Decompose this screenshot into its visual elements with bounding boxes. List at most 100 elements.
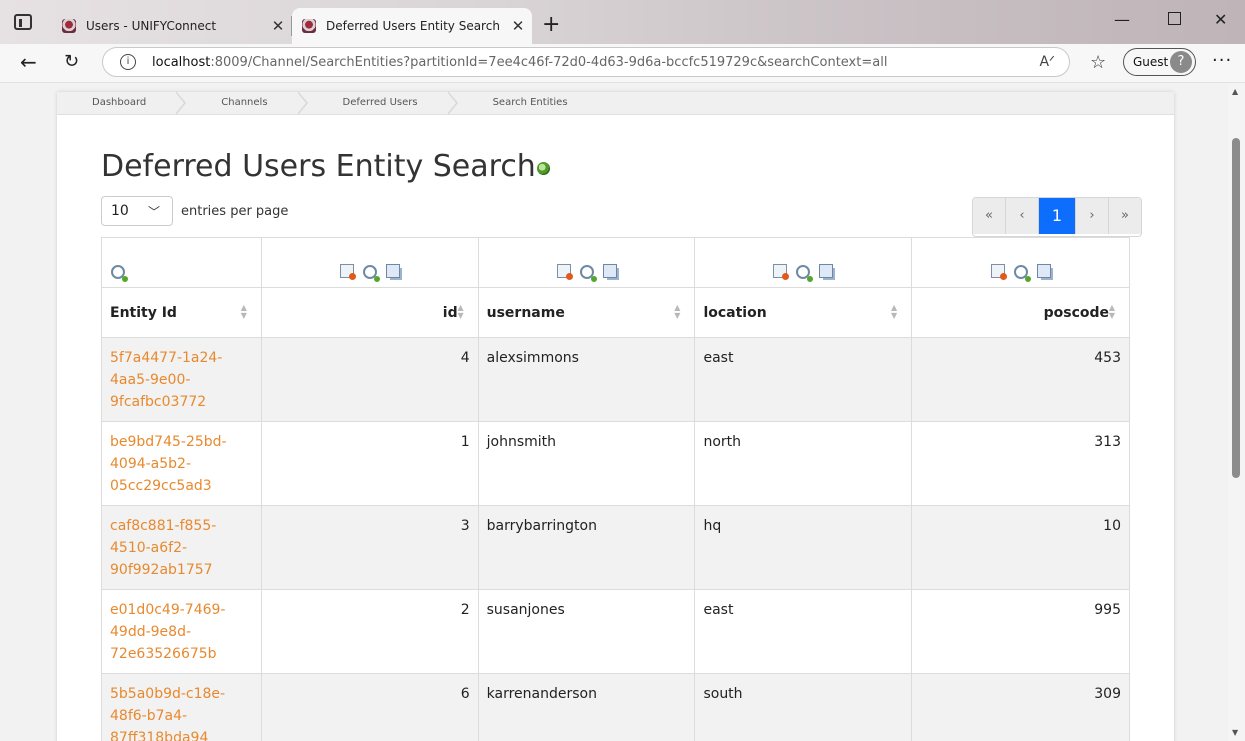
sort-icon: ▲ ▼ bbox=[674, 303, 681, 320]
column-properties-icon[interactable] bbox=[990, 264, 1007, 280]
cell-id: 4 bbox=[260, 337, 479, 422]
cell-id: 1 bbox=[260, 421, 479, 506]
table-header-row: Entity Id ▲ ▼ id ▲ ▼ username ▲ ▼ location ▲ ▼ p… bbox=[101, 287, 1130, 338]
entity-id-link[interactable]: 5f7a4477-1a24- 4aa5-9e00- 9fcafbc03772 bbox=[101, 337, 262, 422]
column-tools bbox=[911, 237, 1130, 288]
entries-select[interactable]: 10 ﹀ bbox=[101, 196, 173, 226]
entity-id-part: 48f6-b7a4- bbox=[110, 708, 188, 724]
copy-column-icon[interactable] bbox=[602, 264, 617, 278]
entries-label: entries per page bbox=[181, 203, 289, 219]
entity-id-part: e01d0c49-7469- bbox=[110, 602, 226, 618]
read-aloud-icon[interactable]: A͏ᐟ bbox=[1039, 54, 1055, 70]
pager-first-button[interactable]: « bbox=[973, 198, 1006, 234]
avatar-icon: ? bbox=[1170, 51, 1192, 73]
breadcrumb-deferred-users[interactable]: Deferred Users bbox=[308, 91, 458, 115]
entity-id-link[interactable]: be9bd745-25bd- 4094-a5b2- 05cc29cc5ad3 bbox=[101, 421, 262, 506]
cell-id: 6 bbox=[260, 673, 479, 741]
favorites-star-icon[interactable]: ☆ bbox=[1090, 52, 1106, 73]
breadcrumb-channels[interactable]: Channels bbox=[186, 91, 308, 115]
pager-next-button[interactable]: › bbox=[1076, 198, 1109, 234]
entity-id-link[interactable]: e01d0c49-7469- 49dd-9e8d- 72e63526675b bbox=[101, 589, 262, 674]
profile-button[interactable]: Guest ? bbox=[1123, 48, 1196, 76]
filter-zoom-icon[interactable] bbox=[111, 265, 128, 282]
column-header-poscode[interactable]: poscode ▲ ▼ bbox=[911, 287, 1130, 338]
scroll-up-icon[interactable]: ▲ bbox=[1232, 87, 1238, 96]
entity-id-part: 72e63526675b bbox=[110, 646, 217, 662]
column-header-label: id bbox=[442, 304, 458, 321]
pager-last-button[interactable]: » bbox=[1109, 198, 1141, 234]
scroll-down-icon[interactable]: ▼ bbox=[1232, 728, 1238, 737]
site-info-icon[interactable]: i bbox=[120, 54, 136, 70]
maximize-icon[interactable] bbox=[1168, 12, 1181, 25]
cell-location: north bbox=[694, 421, 913, 506]
table-row: e01d0c49-7469- 49dd-9e8d- 72e63526675b 2 s… bbox=[101, 589, 1130, 674]
refresh-icon[interactable] bbox=[537, 162, 550, 175]
back-arrow-icon[interactable]: ← bbox=[20, 50, 37, 74]
cell-location: east bbox=[694, 337, 913, 422]
table-row: be9bd745-25bd- 4094-a5b2- 05cc29cc5ad3 1 j… bbox=[101, 421, 1130, 506]
breadcrumb: Dashboard Channels Deferred Users Search… bbox=[57, 91, 1174, 115]
breadcrumb-dashboard[interactable]: Dashboard bbox=[57, 91, 187, 115]
page-title: Deferred Users Entity Search bbox=[101, 149, 536, 184]
column-header-label: location bbox=[703, 304, 767, 321]
scrollbar-thumb[interactable] bbox=[1232, 138, 1240, 478]
cell-username: johnsmith bbox=[477, 421, 696, 506]
page-scrollbar[interactable]: ▲ ▼ bbox=[1228, 83, 1245, 741]
column-tools bbox=[101, 237, 262, 288]
entity-table: Entity Id ▲ ▼ id ▲ ▼ username ▲ ▼ location ▲ ▼ p… bbox=[101, 237, 1130, 741]
filter-zoom-icon[interactable] bbox=[579, 265, 597, 282]
column-properties-icon[interactable] bbox=[556, 264, 573, 280]
profile-label: Guest bbox=[1133, 55, 1169, 69]
new-tab-icon[interactable]: + bbox=[542, 12, 560, 37]
close-tab-icon[interactable]: ✕ bbox=[504, 17, 532, 35]
column-properties-icon[interactable] bbox=[339, 264, 356, 280]
entity-id-link[interactable]: caf8c881-f855- 4510-a6f2- 90f992ab1757 bbox=[101, 505, 262, 590]
tab-actions-icon[interactable] bbox=[14, 14, 32, 30]
url-host: localhost bbox=[152, 54, 211, 70]
page-viewport: Dashboard Channels Deferred Users Search… bbox=[0, 83, 1228, 741]
filter-zoom-icon[interactable] bbox=[362, 265, 380, 282]
cell-location: hq bbox=[694, 505, 913, 590]
entity-id-part: be9bd745-25bd- bbox=[110, 434, 227, 450]
cell-location: south bbox=[694, 673, 913, 741]
cell-poscode: 313 bbox=[911, 421, 1130, 506]
column-header-location[interactable]: location ▲ ▼ bbox=[694, 287, 913, 338]
cell-username: barrybarrington bbox=[477, 505, 696, 590]
filter-zoom-icon[interactable] bbox=[796, 265, 814, 282]
minimize-icon[interactable]: — bbox=[1114, 10, 1130, 29]
refresh-icon[interactable]: ↻ bbox=[64, 51, 79, 72]
column-properties-icon[interactable] bbox=[773, 264, 790, 280]
entity-id-part: 5f7a4477-1a24- bbox=[110, 350, 223, 366]
entity-id-part: caf8c881-f855- bbox=[110, 518, 217, 534]
copy-column-icon[interactable] bbox=[385, 264, 400, 278]
table-row: 5f7a4477-1a24- 4aa5-9e00- 9fcafbc03772 4 a… bbox=[101, 337, 1130, 422]
browser-tab-users[interactable]: Users - UNIFYConnect ✕ bbox=[52, 8, 292, 44]
browser-tab-deferred-users[interactable]: Deferred Users Entity Search - UN ✕ bbox=[292, 8, 532, 44]
column-header-label: username bbox=[486, 304, 565, 321]
sort-icon: ▲ ▼ bbox=[891, 303, 898, 320]
cell-location: east bbox=[694, 589, 913, 674]
copy-column-icon[interactable] bbox=[819, 264, 834, 278]
cell-username: karrenanderson bbox=[477, 673, 696, 741]
close-window-icon[interactable]: ✕ bbox=[1214, 10, 1227, 29]
column-header-label: poscode bbox=[1043, 304, 1109, 321]
entity-id-link[interactable]: 5b5a0b9d-c18e- 48f6-b7a4- 87ff318bda94 bbox=[101, 673, 262, 741]
cell-poscode: 453 bbox=[911, 337, 1130, 422]
address-bar[interactable]: i localhost:8009/Channel/SearchEntities?… bbox=[102, 47, 1070, 77]
pager-page-1-button[interactable]: 1 bbox=[1039, 198, 1076, 234]
more-menu-icon[interactable]: ··· bbox=[1212, 50, 1232, 71]
column-header-username[interactable]: username ▲ ▼ bbox=[477, 287, 696, 338]
table-row: 5b5a0b9d-c18e- 48f6-b7a4- 87ff318bda94 6 k… bbox=[101, 673, 1130, 741]
sort-icon: ▲ ▼ bbox=[240, 303, 247, 320]
filter-zoom-icon[interactable] bbox=[1013, 265, 1031, 282]
column-tools-row bbox=[101, 237, 1130, 288]
cell-username: alexsimmons bbox=[477, 337, 696, 422]
column-header-id[interactable]: id ▲ ▼ bbox=[260, 287, 479, 338]
entity-id-part: 9fcafbc03772 bbox=[110, 394, 207, 410]
close-tab-icon[interactable]: ✕ bbox=[264, 17, 292, 35]
column-header-entity-id[interactable]: Entity Id ▲ ▼ bbox=[101, 287, 262, 338]
pager-prev-button[interactable]: ‹ bbox=[1006, 198, 1039, 234]
entity-id-part: 05cc29cc5ad3 bbox=[110, 478, 212, 494]
cell-id: 3 bbox=[260, 505, 479, 590]
copy-column-icon[interactable] bbox=[1036, 264, 1051, 278]
